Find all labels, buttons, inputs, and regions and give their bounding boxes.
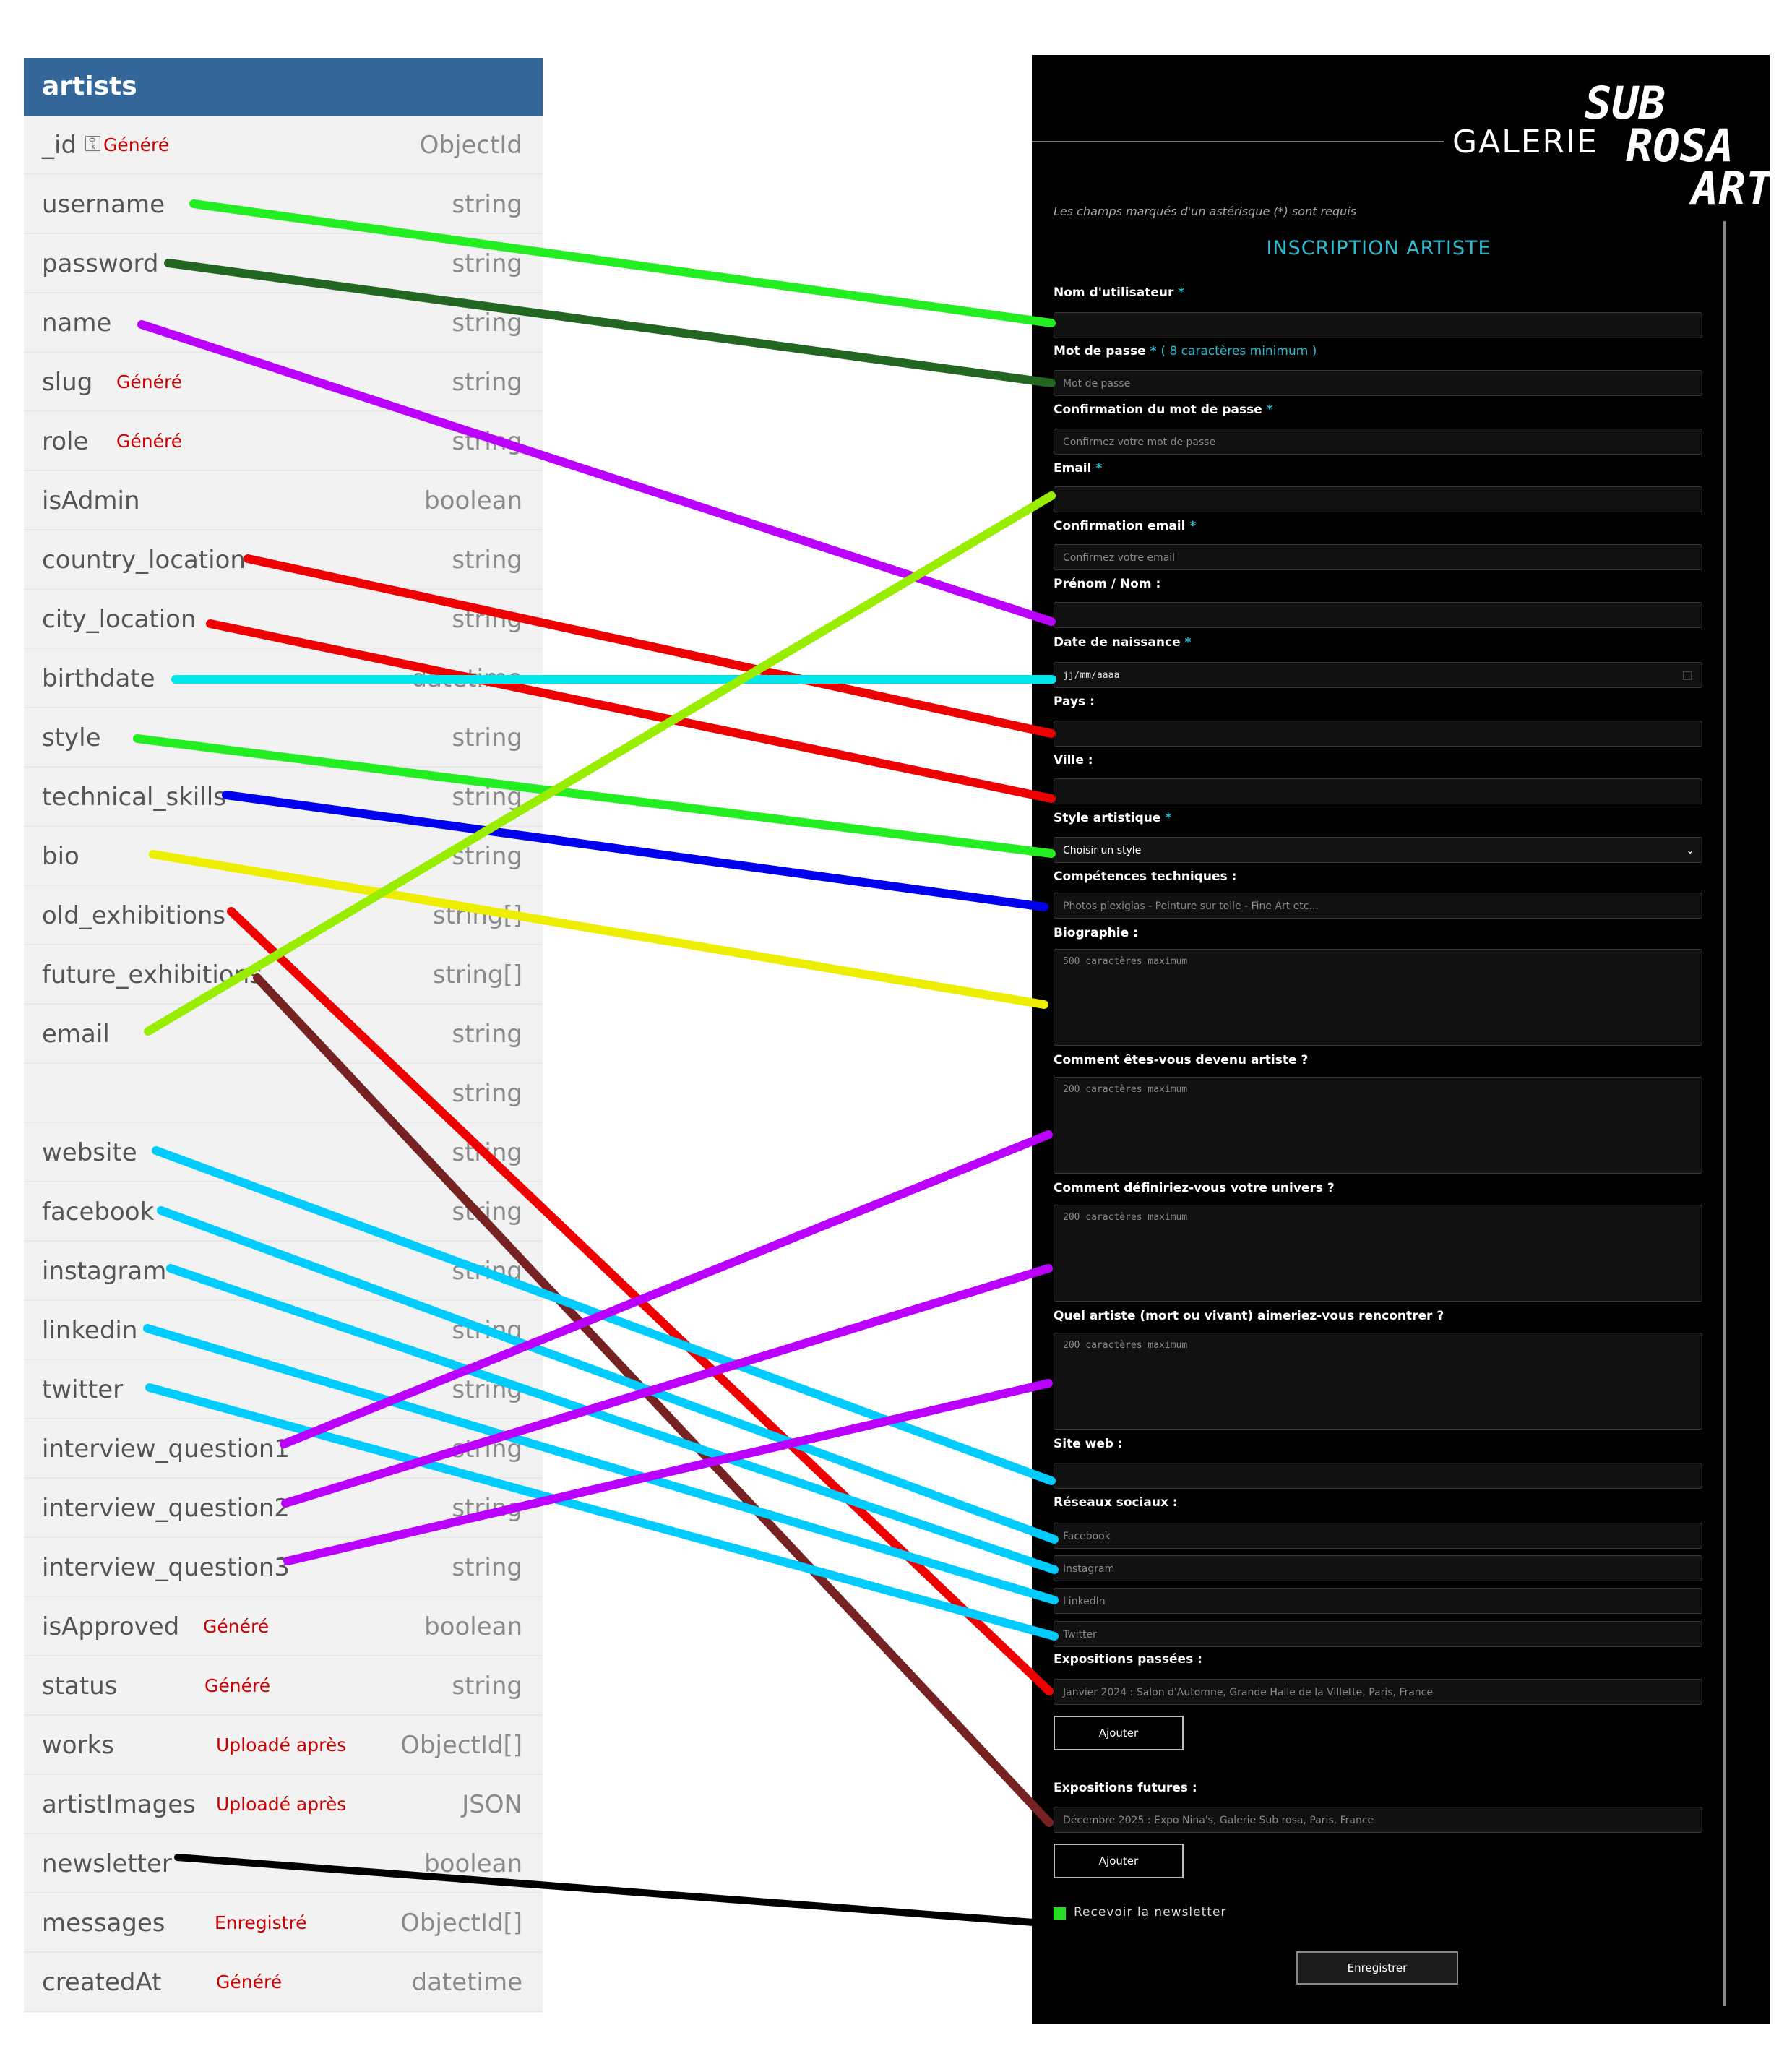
connector-twitter xyxy=(145,1383,1059,1641)
connector-city-location xyxy=(206,619,1056,803)
connector-lines xyxy=(133,199,1059,1926)
diagram-canvas: artists _id ⚿ Généré ObjectId username string… xyxy=(0,0,1792,2072)
connector-style xyxy=(133,734,1056,858)
connector-username xyxy=(189,199,1056,327)
connector-newsletter xyxy=(174,1854,1037,1926)
connector-password xyxy=(164,259,1056,387)
connector-bio xyxy=(149,850,1048,1009)
connector-email xyxy=(144,491,1056,1036)
